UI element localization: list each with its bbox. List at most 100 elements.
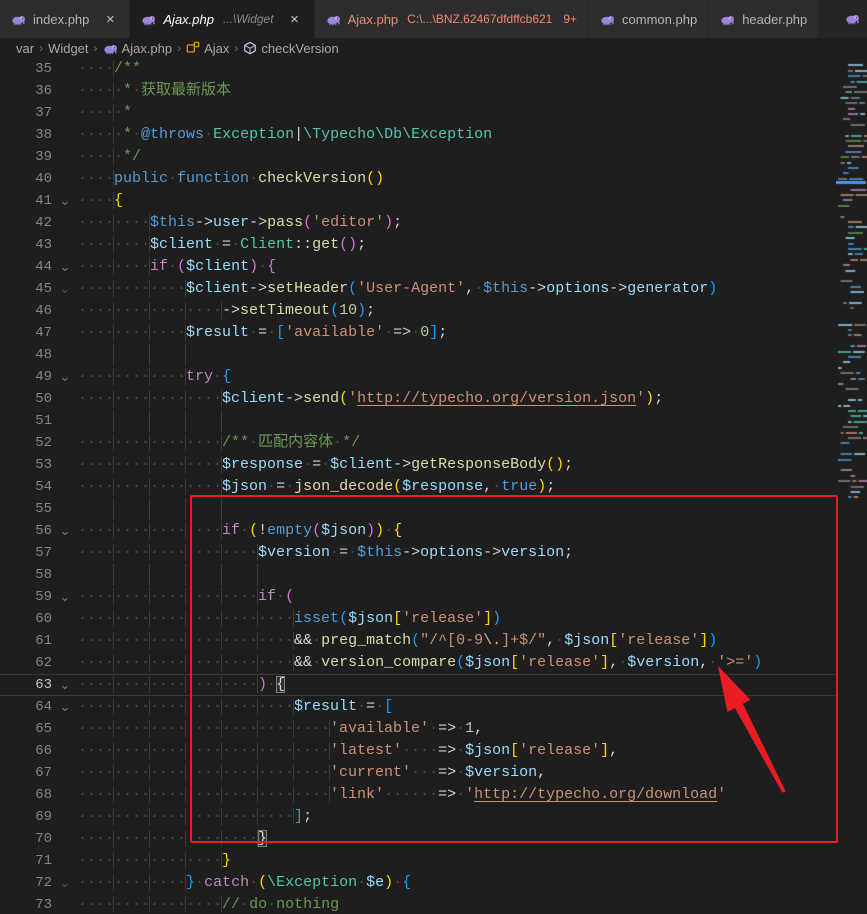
code-line-61[interactable]: 61························&&·preg_match(… [0, 630, 836, 652]
token: 'editor' [312, 214, 384, 231]
token: · [213, 236, 222, 253]
close-icon[interactable]: × [102, 11, 118, 27]
tab-common-php[interactable]: common.php [589, 0, 709, 38]
fold-chevron-down-icon[interactable]: ⌄ [52, 696, 78, 718]
code-text: ·····* [78, 102, 132, 124]
code-line-73[interactable]: 73················//·do·nothing [0, 894, 836, 914]
code-line-65[interactable]: 65····························'available… [0, 718, 836, 740]
code-line-44[interactable]: 44⌄········if·($client)·{ [0, 256, 836, 278]
code-text: ················$response·=·$client->get… [78, 454, 573, 476]
code-line-41[interactable]: 41⌄····{ [0, 190, 836, 212]
line-number: 35 [0, 58, 52, 80]
code-text: ············$client->setHeader('User-Age… [78, 278, 717, 300]
token: 'User-Agent' [357, 280, 465, 297]
code-line-55[interactable]: 55 [0, 498, 836, 520]
token: · [249, 170, 258, 187]
token: · [312, 632, 321, 649]
code-line-37[interactable]: 37·····* [0, 102, 836, 124]
code-line-42[interactable]: 42········$this->user->pass('editor'); [0, 212, 836, 234]
code-line-66[interactable]: 66····························'latest'··… [0, 740, 836, 762]
token: catch [204, 874, 249, 891]
code-line-51[interactable]: 51 [0, 410, 836, 432]
breadcrumb-item-ajax[interactable]: Ajax [186, 41, 229, 56]
problems-badge: 9+ [563, 12, 577, 26]
breadcrumb-item-var[interactable]: var [16, 41, 34, 56]
fold-chevron-down-icon[interactable]: ⌄ [52, 586, 78, 608]
code-line-69[interactable]: 69························]; [0, 806, 836, 828]
token: ················ [78, 852, 222, 869]
token: · [267, 478, 276, 495]
code-line-58[interactable]: 58 [0, 564, 836, 586]
token: 'release' [519, 742, 600, 759]
tab-description: ...\Widget [223, 12, 274, 26]
code-line-47[interactable]: 47············$result·=·['available'·=>·… [0, 322, 836, 344]
code-line-64[interactable]: 64⌄························$result·=·[ [0, 696, 836, 718]
code-line-35[interactable]: 35····/** [0, 58, 836, 80]
code-line-38[interactable]: 38·····*·@throws·Exception|\Typecho\Db\E… [0, 124, 836, 146]
token: $e [366, 874, 384, 891]
code-text [78, 344, 195, 366]
code-line-70[interactable]: 70····················} [0, 828, 836, 850]
code-line-62[interactable]: 62························&&·version_com… [0, 652, 836, 674]
code-line-36[interactable]: 36·····*·获取最新版本 [0, 80, 836, 102]
breadcrumb-item-ajax-php[interactable]: Ajax.php [103, 41, 173, 56]
tab-index-php[interactable]: index.php× [0, 0, 130, 38]
close-icon[interactable]: × [287, 11, 303, 27]
code-line-40[interactable]: 40····public·function·checkVersion() [0, 168, 836, 190]
code-line-48[interactable]: 48 [0, 344, 836, 366]
fold-gutter [52, 740, 78, 762]
token: } [186, 874, 195, 891]
token: · [231, 236, 240, 253]
fold-chevron-down-icon[interactable]: ⌄ [52, 366, 78, 388]
token: · [249, 324, 258, 341]
code-line-63[interactable]: 63⌄····················)·{ [0, 674, 836, 696]
code-line-59[interactable]: 59⌄····················if·( [0, 586, 836, 608]
token: ] [600, 654, 609, 671]
overflow-tab-php-icon[interactable] [845, 11, 867, 27]
php-file-icon [720, 12, 735, 27]
token: ························ [78, 654, 294, 671]
token: ············ [78, 324, 186, 341]
code-line-56[interactable]: 56⌄················if·(!empty($json))·{ [0, 520, 836, 542]
fold-chevron-down-icon[interactable]: ⌄ [52, 278, 78, 300]
fold-chevron-down-icon[interactable]: ⌄ [52, 190, 78, 212]
code-line-53[interactable]: 53················$response·=·$client->g… [0, 454, 836, 476]
token: · [267, 324, 276, 341]
code-line-50[interactable]: 50················$client->send('http://… [0, 388, 836, 410]
code-line-45[interactable]: 45⌄············$client->setHeader('User-… [0, 278, 836, 300]
fold-chevron-down-icon[interactable]: ⌄ [52, 674, 78, 696]
code-line-46[interactable]: 46················->setTimeout(10); [0, 300, 836, 322]
code-editor[interactable]: 35····/**36·····*·获取最新版本37·····*38·····*… [0, 58, 867, 914]
tab-header-php[interactable]: header.php [709, 0, 819, 38]
code-line-43[interactable]: 43········$client·=·Client::get(); [0, 234, 836, 256]
fold-chevron-down-icon[interactable]: ⌄ [52, 256, 78, 278]
code-line-71[interactable]: 71················} [0, 850, 836, 872]
code-line-60[interactable]: 60························isset($json['r… [0, 608, 836, 630]
code-line-68[interactable]: 68····························'link'····… [0, 784, 836, 806]
code-line-49[interactable]: 49⌄············try·{ [0, 366, 836, 388]
code-line-57[interactable]: 57····················$version·=·$this->… [0, 542, 836, 564]
token: , [537, 764, 546, 781]
code-line-52[interactable]: 52················/**·匹配内容体·*/ [0, 432, 836, 454]
fold-chevron-down-icon[interactable]: ⌄ [52, 520, 78, 542]
breadcrumb-item-widget[interactable]: Widget [48, 41, 88, 56]
code-line-72[interactable]: 72⌄············}·catch·(\Exception·$e)·{ [0, 872, 836, 894]
tab-label: Ajax.php [348, 12, 399, 27]
token: · [333, 434, 342, 451]
minimap[interactable] [836, 58, 867, 914]
token: isset [294, 610, 339, 627]
breadcrumb-item-checkversion[interactable]: checkVersion [243, 41, 338, 56]
code-line-67[interactable]: 67····························'current'·… [0, 762, 836, 784]
line-number: 44 [0, 256, 52, 278]
code-line-39[interactable]: 39·····*/ [0, 146, 836, 168]
token: , [483, 478, 492, 495]
token: 0 [420, 324, 429, 341]
code-line-54[interactable]: 54················$json·=·json_decode($r… [0, 476, 836, 498]
token: try [186, 368, 213, 385]
fold-chevron-down-icon[interactable]: ⌄ [52, 872, 78, 894]
token: ························ [78, 698, 294, 715]
token: · [456, 786, 465, 803]
tab-ajax-php[interactable]: Ajax.php...\Widget× [130, 0, 314, 38]
tab-ajax-php-error[interactable]: Ajax.phpC:\...\BNZ.62467dfdffcb6219+ [315, 0, 589, 38]
token: ················ [78, 456, 222, 473]
